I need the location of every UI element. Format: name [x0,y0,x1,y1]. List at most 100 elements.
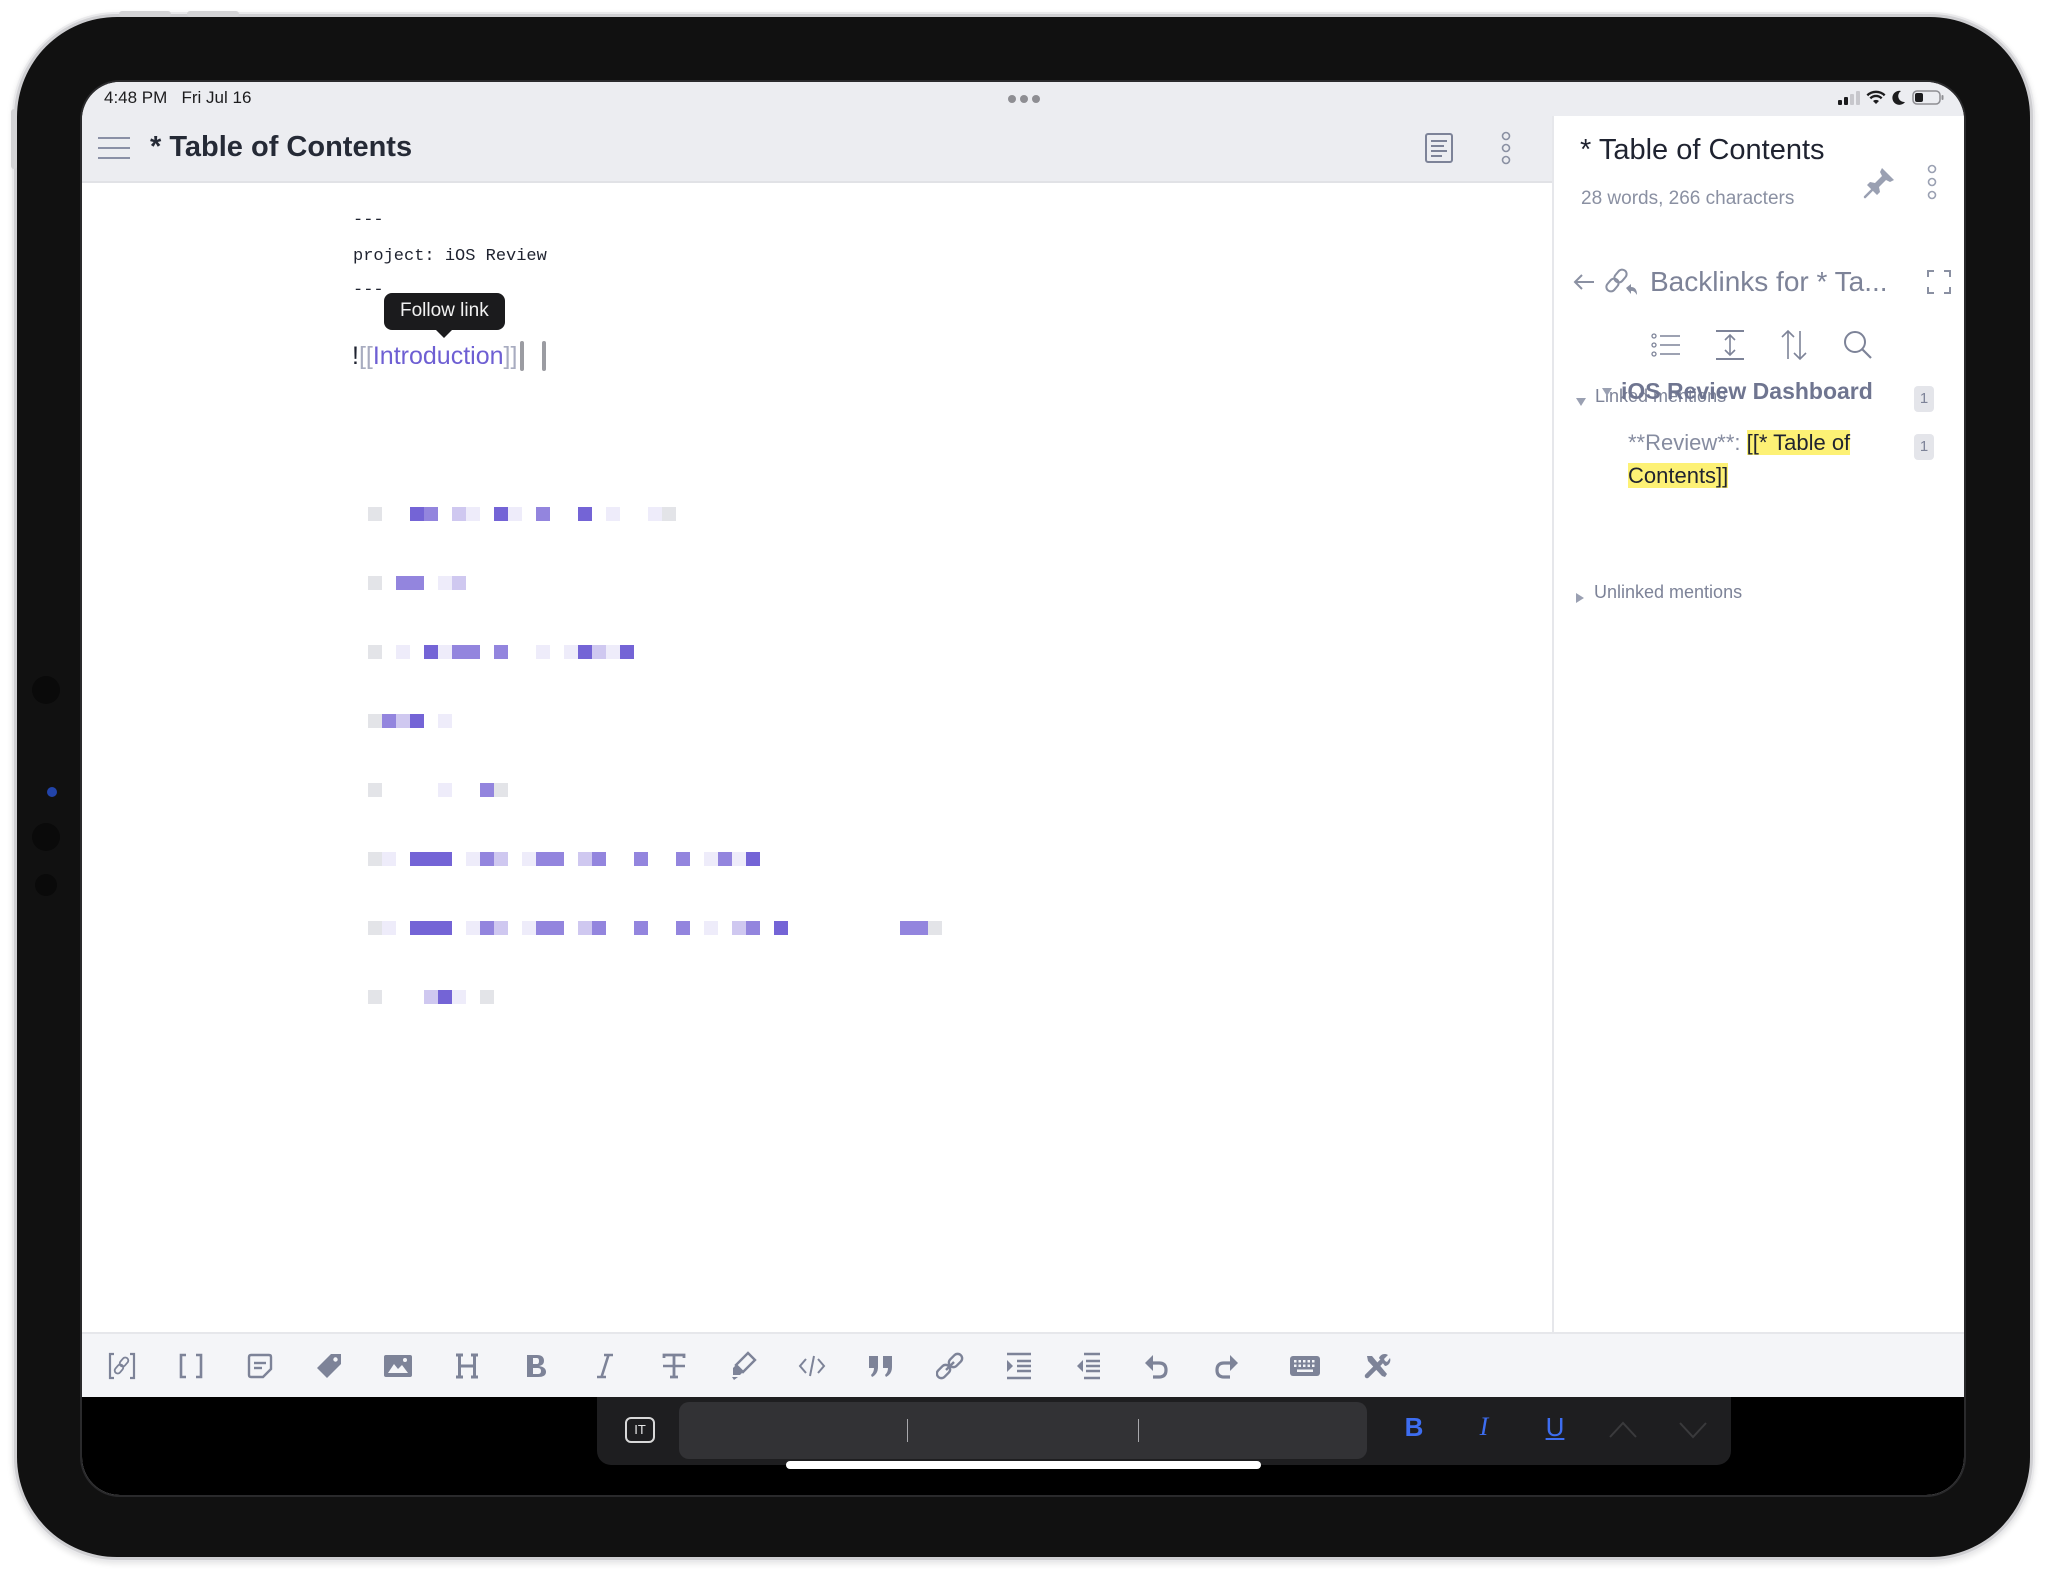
more-vertical-icon[interactable] [1498,130,1514,166]
redacted-pixel [536,507,550,521]
selection-handle[interactable] [542,341,547,371]
indent-icon[interactable] [1003,1350,1035,1382]
redacted-pixel [466,645,480,659]
document-title: * Table of Contents [150,131,413,163]
more-vertical-icon[interactable] [1924,162,1940,202]
bold-button[interactable]: B [1399,1412,1429,1446]
strikethrough-icon[interactable] [658,1350,690,1382]
redacted-pixel [368,921,382,935]
wifi-icon [1866,90,1886,104]
bold-icon[interactable] [520,1350,552,1382]
predictive-text-bar[interactable] [679,1402,1367,1459]
redacted-pixel [718,852,732,866]
input-mode-button[interactable]: IT [625,1417,655,1443]
time-text: 4:48 PM [104,88,168,107]
redacted-pixel [480,921,494,935]
keyboard-icon[interactable] [1287,1350,1323,1382]
redacted-pixel [438,714,452,728]
redacted-pixel [382,852,396,866]
redacted-pixel [704,852,718,866]
redacted-pixel [900,921,914,935]
redacted-pixel [494,645,508,659]
expand-collapse-icon[interactable] [1714,328,1746,362]
backlink-file-row[interactable]: iOS Review Dashboard [1602,378,1873,405]
search-icon[interactable] [1842,328,1874,362]
file-mention-count: 1 [1914,434,1934,460]
redacted-pixel [480,783,494,797]
italic-button[interactable]: I [1469,1412,1499,1446]
linked-mentions-count: 1 [1914,386,1934,412]
note-icon[interactable] [244,1350,276,1382]
backlinks-panel: * Table of Contents 28 words, 266 charac… [1552,116,1964,1332]
image-icon[interactable] [382,1350,414,1382]
redo-icon[interactable] [1210,1350,1242,1382]
back-arrow-icon[interactable] [1572,272,1596,292]
redacted-pixel [550,852,564,866]
status-bar: 4:48 PM Fri Jul 16 [82,82,1964,116]
redacted-pixel [410,852,424,866]
redacted-pixel [914,921,928,935]
hamburger-menu-icon[interactable] [98,137,130,161]
embed-link[interactable]: Introduction [373,342,504,371]
embed-link-icon[interactable] [106,1350,138,1382]
highlight-icon[interactable] [727,1350,759,1382]
redacted-pixel [522,852,536,866]
list-view-icon[interactable] [1650,328,1682,362]
volume-down-button [187,11,239,17]
home-indicator[interactable] [786,1461,1261,1469]
unlinked-mentions-toggle[interactable]: Unlinked mentions [1576,582,1742,603]
redacted-pixel [774,921,788,935]
multitasking-dots-icon[interactable] [1008,95,1040,103]
status-icons [1838,90,1944,105]
keyboard-shortcut-bar-area: IT B I U [82,1397,1964,1495]
redacted-pixel [480,990,494,1004]
redacted-pixel [676,852,690,866]
redacted-pixel [438,783,452,797]
code-icon[interactable] [796,1350,828,1382]
chevron-right-icon [1576,592,1584,603]
redacted-pixel [578,852,592,866]
editor-area[interactable]: --- project: iOS Review --- Follow link … [82,183,1552,1332]
camera-lens [32,823,60,851]
link-icon[interactable] [934,1350,966,1382]
underline-button[interactable]: U [1540,1412,1570,1446]
sort-icon[interactable] [1778,328,1810,362]
follow-link-tooltip[interactable]: Follow link [384,293,505,338]
redacted-pixel [494,507,508,521]
redacted-pixel [522,921,536,935]
chevron-down-icon[interactable] [1677,1415,1709,1445]
flash [35,874,57,896]
redacted-pixel [550,921,564,935]
redacted-pixel [452,645,466,659]
brackets-icon[interactable] [175,1350,207,1382]
redacted-pixel [438,645,452,659]
redacted-pixel [508,507,522,521]
snippet-highlight: [[* Table of [1746,430,1851,455]
unlinked-mentions-label: Unlinked mentions [1594,582,1743,602]
top-button [11,109,17,169]
redacted-pixel [704,921,718,935]
tools-icon[interactable] [1361,1350,1393,1382]
redacted-pixel [452,990,466,1004]
expand-icon[interactable] [1926,269,1952,295]
redacted-pixel [732,921,746,935]
heading-icon[interactable] [451,1350,483,1382]
redacted-pixel [424,507,438,521]
backlink-snippet[interactable]: **Review**: [[* Table of Contents]] [1628,426,1908,492]
undo-icon[interactable] [1141,1350,1173,1382]
redacted-pixel [368,507,382,521]
italic-icon[interactable] [589,1350,621,1382]
redacted-pixel [438,990,452,1004]
pin-icon[interactable] [1862,164,1898,200]
redacted-pixel [424,645,438,659]
embed-prefix: ! [352,341,359,370]
outline-view-icon[interactable] [1424,132,1454,164]
redacted-pixel [368,714,382,728]
chevron-up-icon[interactable] [1607,1415,1639,1445]
redacted-pixel [648,507,662,521]
outdent-icon[interactable] [1072,1350,1104,1382]
redacted-pixel [438,852,452,866]
quote-icon[interactable] [865,1350,897,1382]
redacted-pixel [634,852,648,866]
tag-icon[interactable] [313,1350,345,1382]
